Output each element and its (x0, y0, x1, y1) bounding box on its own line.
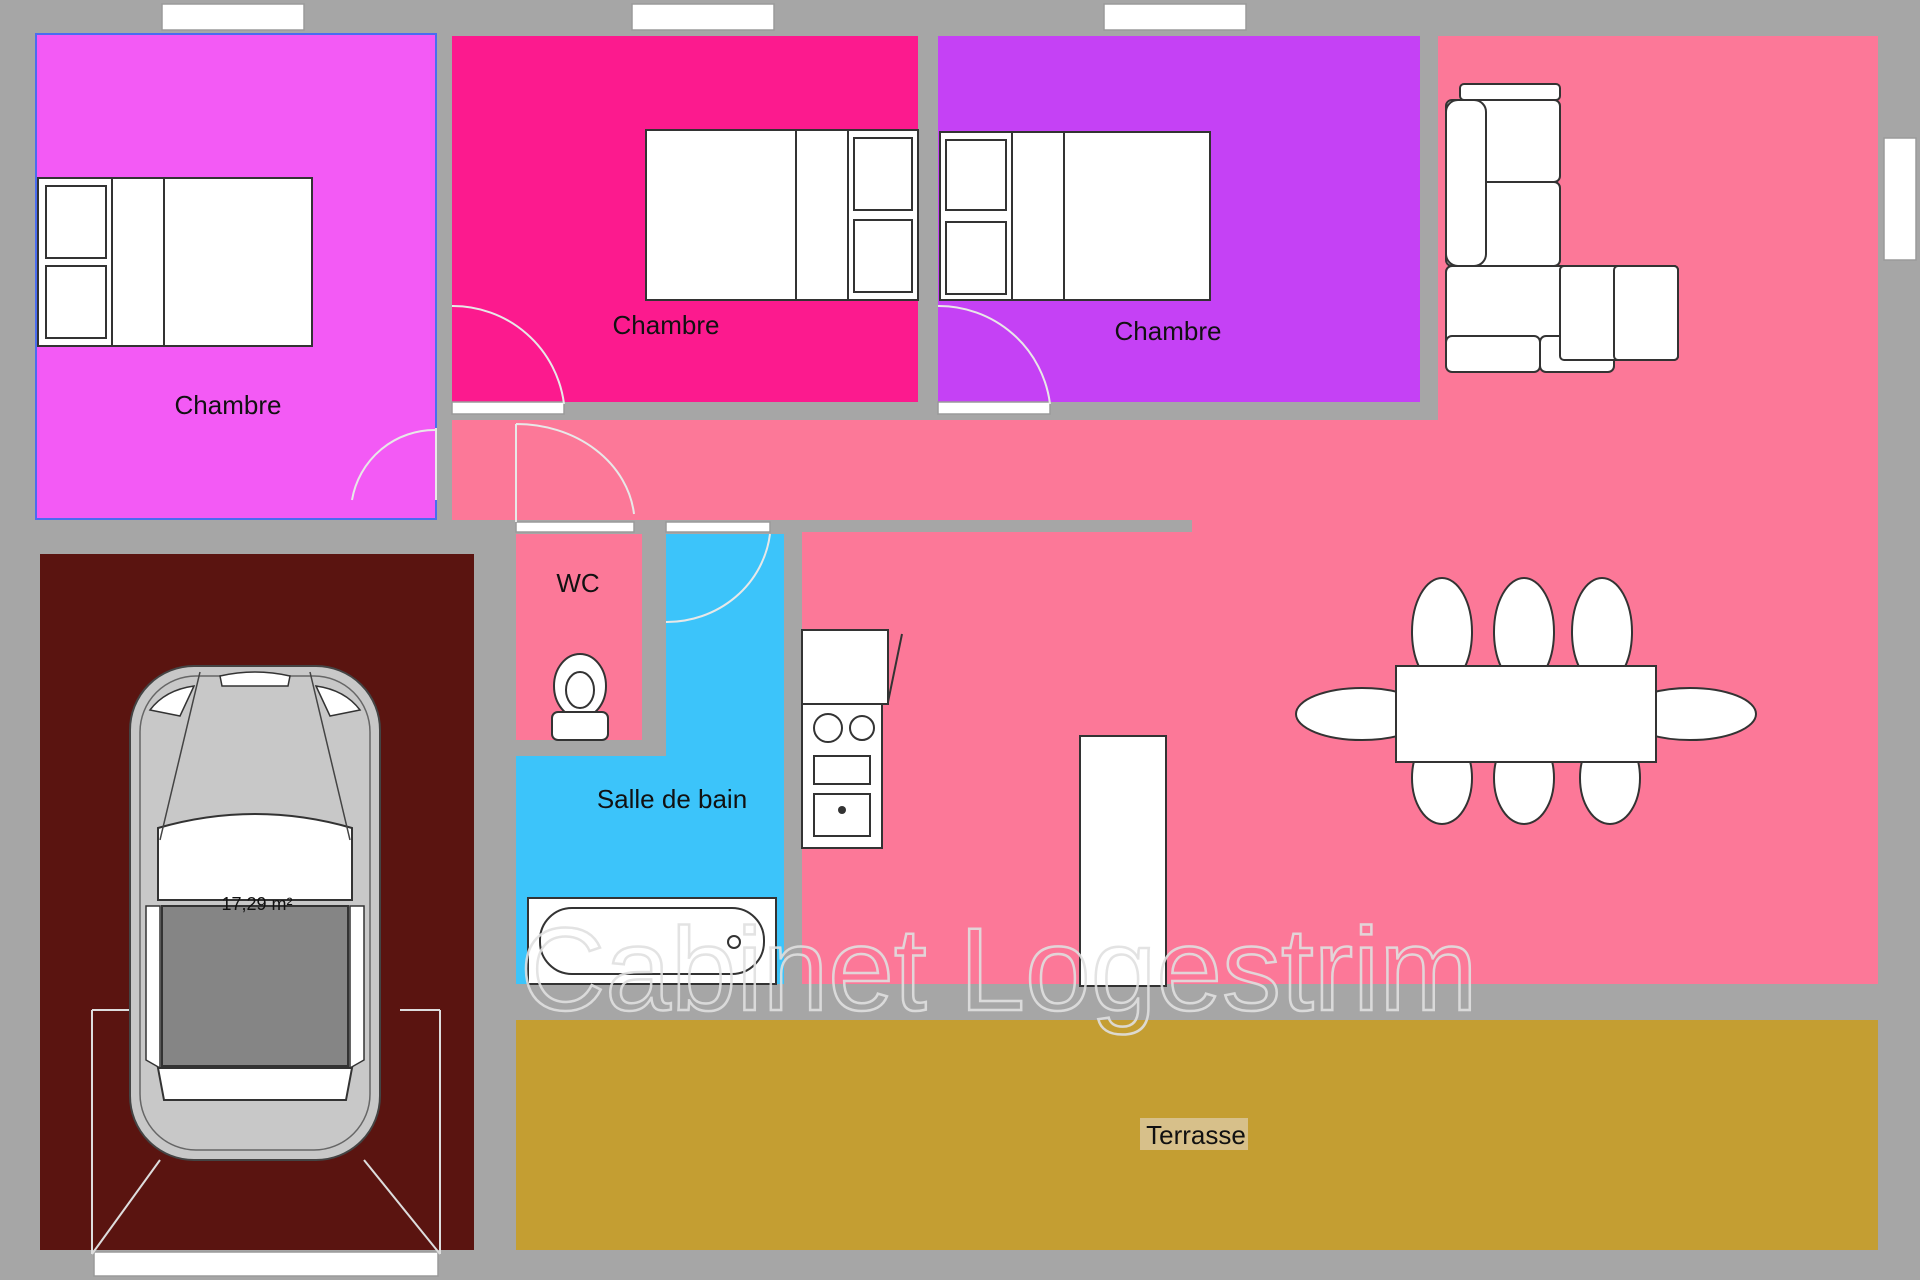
room-label-bathroom: Salle de bain (597, 784, 747, 814)
room-label-bedroom-1: Chambre (175, 390, 282, 420)
bed-icon (645, 129, 919, 301)
toilet-icon (551, 653, 609, 741)
room-label-wc: WC (556, 568, 599, 598)
room-label-terrace: Terrasse (1146, 1120, 1246, 1150)
wall-stub (802, 520, 1192, 532)
floor-plan: Chambre Chambre Chambre WC Salle de bain… (0, 0, 1920, 1280)
room-label-garage-area: 17,29 m² (221, 894, 292, 914)
room-label-bedroom-2: Chambre (613, 310, 720, 340)
bed-icon (37, 177, 313, 347)
watermark: Cabinet Logestrim (520, 904, 1478, 1036)
bed-icon (939, 131, 1211, 301)
room-label-bedroom-3: Chambre (1115, 316, 1222, 346)
